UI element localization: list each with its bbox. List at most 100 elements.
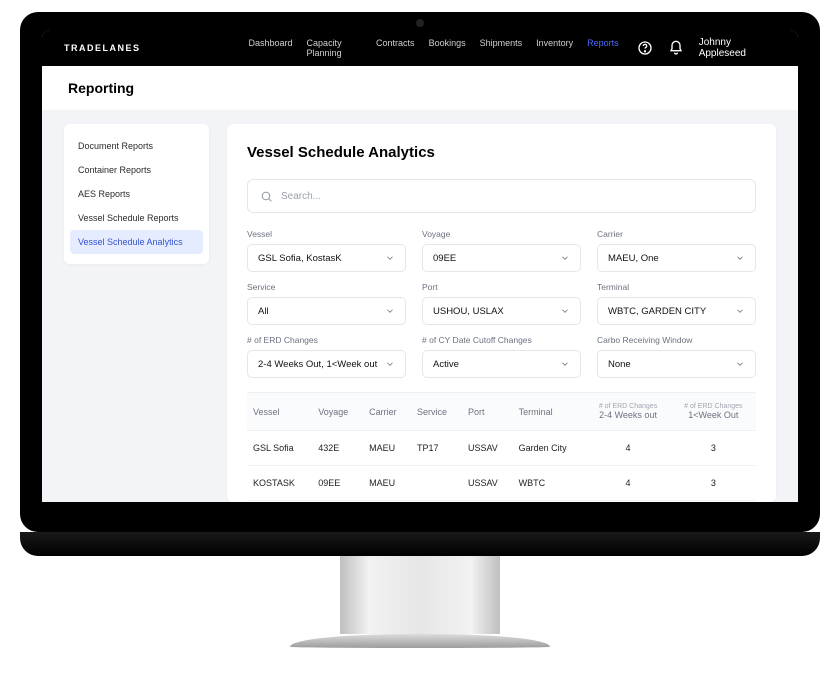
cell-service: TP17 xyxy=(411,431,462,466)
chevron-down-icon xyxy=(560,253,570,263)
cell-vessel: GSL Sofia xyxy=(247,431,312,466)
cell-port: USSAV xyxy=(462,466,513,501)
sidebar-item-container-reports[interactable]: Container Reports xyxy=(70,158,203,182)
filter-grid: Vessel GSL Sofia, KostasK Voyage 09EE xyxy=(247,229,756,378)
service-select[interactable]: All xyxy=(247,297,406,325)
th-erd-group: # of ERD Changes xyxy=(591,403,664,410)
select-value: All xyxy=(258,306,269,317)
filter-service: Service All xyxy=(247,282,406,325)
filter-carrier: Carrier MAEU, One xyxy=(597,229,756,272)
results-table: Vessel Voyage Carrier Service Port Termi… xyxy=(247,392,756,501)
select-value: Active xyxy=(433,359,459,370)
th-carrier[interactable]: Carrier xyxy=(363,393,411,431)
cell-voyage: 432E xyxy=(312,431,363,466)
filter-vessel: Vessel GSL Sofia, KostasK xyxy=(247,229,406,272)
erd-changes-select[interactable]: 2-4 Weeks Out, 1<Week out xyxy=(247,350,406,378)
cy-cutoff-select[interactable]: Active xyxy=(422,350,581,378)
filter-label: Voyage xyxy=(422,229,581,239)
cell-carrier: MAEU xyxy=(363,466,411,501)
nav-inventory[interactable]: Inventory xyxy=(536,38,573,58)
th-vessel[interactable]: Vessel xyxy=(247,393,312,431)
monitor-bezel: TRADELANES Dashboard Capacity Planning C… xyxy=(20,12,820,532)
th-voyage[interactable]: Voyage xyxy=(312,393,363,431)
chevron-down-icon xyxy=(385,306,395,316)
th-service[interactable]: Service xyxy=(411,393,462,431)
cell-erd-b: 3 xyxy=(671,431,756,466)
carrier-select[interactable]: MAEU, One xyxy=(597,244,756,272)
sidebar-item-document-reports[interactable]: Document Reports xyxy=(70,134,203,158)
cell-erd-b: 3 xyxy=(671,466,756,501)
th-terminal[interactable]: Terminal xyxy=(513,393,586,431)
terminal-select[interactable]: WBTC, GARDEN CITY xyxy=(597,297,756,325)
select-value: USHOU, USLAX xyxy=(433,306,504,317)
monitor-stand-base xyxy=(290,634,550,648)
user-name[interactable]: Johnny Appleseed xyxy=(699,37,776,59)
select-value: WBTC, GARDEN CITY xyxy=(608,306,706,317)
vessel-select[interactable]: GSL Sofia, KostasK xyxy=(247,244,406,272)
chevron-down-icon xyxy=(735,253,745,263)
nav-contracts[interactable]: Contracts xyxy=(376,38,415,58)
filter-label: # of CY Date Cutoff Changes xyxy=(422,335,581,345)
bell-icon[interactable] xyxy=(668,39,685,57)
chevron-down-icon xyxy=(385,253,395,263)
th-erd-b-label: 1<Week Out xyxy=(688,410,738,420)
sidebar-item-aes-reports[interactable]: AES Reports xyxy=(70,182,203,206)
cell-terminal: Garden City xyxy=(513,431,586,466)
th-erd-b[interactable]: # of ERD Changes 1<Week Out xyxy=(671,393,756,431)
monitor-stand-neck xyxy=(340,556,500,634)
nav-bookings[interactable]: Bookings xyxy=(429,38,466,58)
nav-capacity-planning[interactable]: Capacity Planning xyxy=(307,38,363,58)
panel-title: Vessel Schedule Analytics xyxy=(247,144,756,161)
chevron-down-icon xyxy=(560,306,570,316)
search-input[interactable]: Search... xyxy=(247,179,756,213)
carbo-window-select[interactable]: None xyxy=(597,350,756,378)
th-erd-group: # of ERD Changes xyxy=(677,403,750,410)
search-placeholder: Search... xyxy=(281,191,321,202)
select-value: 09EE xyxy=(433,253,456,264)
table-row[interactable]: KOSTASK 09EE MAEU USSAV WBTC 4 3 xyxy=(247,466,756,501)
port-select[interactable]: USHOU, USLAX xyxy=(422,297,581,325)
results-table-wrap: Vessel Voyage Carrier Service Port Termi… xyxy=(247,392,756,502)
chevron-down-icon xyxy=(735,306,745,316)
nav-reports[interactable]: Reports xyxy=(587,38,619,58)
filter-erd-changes: # of ERD Changes 2-4 Weeks Out, 1<Week o… xyxy=(247,335,406,378)
primary-nav: Dashboard Capacity Planning Contracts Bo… xyxy=(249,38,619,58)
filter-label: # of ERD Changes xyxy=(247,335,406,345)
cell-service xyxy=(411,466,462,501)
brand-logo: TRADELANES xyxy=(64,43,141,53)
cell-voyage: 09EE xyxy=(312,466,363,501)
voyage-select[interactable]: 09EE xyxy=(422,244,581,272)
table-row[interactable]: GSL Sofia 432E MAEU TP17 USSAV Garden Ci… xyxy=(247,431,756,466)
nav-shipments[interactable]: Shipments xyxy=(480,38,523,58)
filter-label: Carrier xyxy=(597,229,756,239)
filter-label: Carbo Receiving Window xyxy=(597,335,756,345)
cell-port: USSAV xyxy=(462,431,513,466)
sidebar-item-vessel-schedule-reports[interactable]: Vessel Schedule Reports xyxy=(70,206,203,230)
top-nav-bar: TRADELANES Dashboard Capacity Planning C… xyxy=(42,30,798,66)
chevron-down-icon xyxy=(385,359,395,369)
cell-erd-a: 4 xyxy=(585,466,670,501)
nav-dashboard[interactable]: Dashboard xyxy=(249,38,293,58)
filter-terminal: Terminal WBTC, GARDEN CITY xyxy=(597,282,756,325)
th-erd-a[interactable]: # of ERD Changes 2-4 Weeks out xyxy=(585,393,670,431)
app-screen: TRADELANES Dashboard Capacity Planning C… xyxy=(42,30,798,502)
monitor-chin xyxy=(20,532,820,556)
main-panel: Vessel Schedule Analytics Search... Vess… xyxy=(227,124,776,502)
select-value: GSL Sofia, KostasK xyxy=(258,253,342,264)
cell-carrier: MAEU xyxy=(363,431,411,466)
cell-terminal: WBTC xyxy=(513,466,586,501)
filter-cy-cutoff: # of CY Date Cutoff Changes Active xyxy=(422,335,581,378)
chevron-down-icon xyxy=(735,359,745,369)
select-value: None xyxy=(608,359,631,370)
content-area: Document Reports Container Reports AES R… xyxy=(42,110,798,502)
cell-vessel: KOSTASK xyxy=(247,466,312,501)
filter-label: Vessel xyxy=(247,229,406,239)
report-sidebar: Document Reports Container Reports AES R… xyxy=(64,124,209,264)
select-value: 2-4 Weeks Out, 1<Week out xyxy=(258,359,377,370)
help-icon[interactable] xyxy=(637,39,654,57)
th-port[interactable]: Port xyxy=(462,393,513,431)
sidebar-item-vessel-schedule-analytics[interactable]: Vessel Schedule Analytics xyxy=(70,230,203,254)
camera-dot xyxy=(416,19,424,27)
filter-label: Port xyxy=(422,282,581,292)
page-title: Reporting xyxy=(42,66,798,110)
